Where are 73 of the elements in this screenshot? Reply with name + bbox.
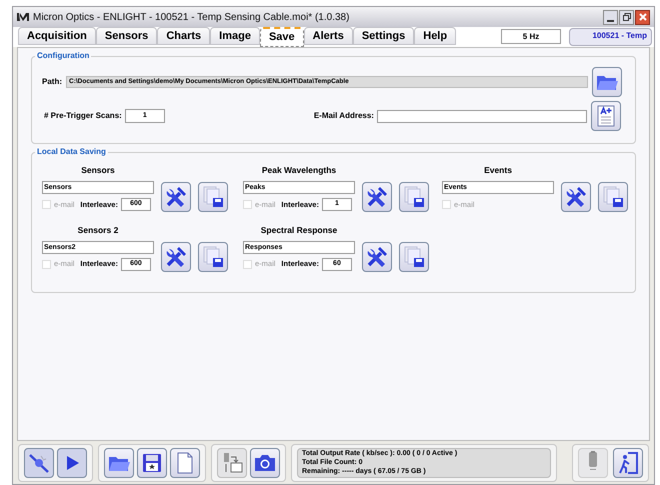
save-file-button[interactable] <box>198 182 228 212</box>
tools-icon <box>565 186 587 208</box>
tab[interactable]: Save <box>260 27 304 47</box>
group-title: Sensors 2 <box>78 224 118 236</box>
window-title: Micron Optics - ENLIGHT - 100521 - Temp Sensing Cable.moi* (1.0.38) <box>33 10 350 24</box>
close-button[interactable] <box>635 10 650 24</box>
email-checkbox[interactable] <box>42 200 51 209</box>
tab[interactable]: Help <box>414 27 456 45</box>
restore-icon <box>622 13 630 21</box>
group-title: Peak Wavelengths <box>262 164 336 177</box>
email-address-field[interactable] <box>376 110 587 122</box>
settings-button[interactable] <box>362 242 392 272</box>
folder-icon <box>596 73 618 91</box>
minimize-button[interactable] <box>603 10 618 24</box>
tools-icon <box>366 186 388 208</box>
group-title: Events <box>484 164 512 177</box>
folder-button[interactable] <box>592 67 622 97</box>
address-book-button[interactable] <box>590 101 621 131</box>
email-checkbox[interactable] <box>243 200 252 209</box>
section-title: Local Data Saving <box>35 146 108 158</box>
tab[interactable]: Alerts <box>304 27 353 45</box>
rate-display: 5 Hz <box>501 29 561 44</box>
open-folder-button[interactable] <box>104 448 134 478</box>
camera-icon <box>254 454 276 472</box>
copy-disk-icon <box>403 186 425 208</box>
close-icon <box>638 13 646 21</box>
tab[interactable]: Sensors <box>96 27 158 45</box>
tab[interactable]: Charts <box>157 27 210 45</box>
camera-button[interactable] <box>250 448 280 478</box>
connect-button[interactable] <box>24 448 54 478</box>
copy-disk-icon <box>403 246 425 268</box>
path-label: Path: <box>42 76 62 88</box>
document-icon <box>596 105 615 127</box>
email-checkbox[interactable] <box>243 260 252 268</box>
transfer-icon <box>221 452 243 474</box>
settings-button[interactable] <box>362 182 392 212</box>
tab[interactable]: Acquisition <box>18 27 96 45</box>
group-title: Sensors <box>81 164 115 177</box>
save-button[interactable] <box>137 448 167 478</box>
group-title: Spectral Response <box>260 224 338 236</box>
play-button[interactable] <box>57 448 87 478</box>
new-file-button[interactable] <box>170 448 200 478</box>
tab[interactable]: Image <box>210 27 260 45</box>
save-file-button[interactable] <box>198 242 228 272</box>
section-title: Configuration <box>35 50 92 62</box>
tab[interactable]: Settings <box>352 27 414 45</box>
exit-door-icon <box>618 452 638 474</box>
tools-icon <box>366 246 388 268</box>
plug-icon <box>28 452 50 474</box>
copy-disk-icon <box>202 246 224 268</box>
save-file-button[interactable] <box>598 182 628 212</box>
copy-disk-icon <box>202 186 224 208</box>
exit-button[interactable] <box>613 448 643 478</box>
settings-button[interactable] <box>561 182 591 212</box>
email-address-label: E-Mail Address: <box>314 110 374 122</box>
email-checkbox[interactable] <box>442 200 451 209</box>
transfer-button[interactable] <box>217 448 247 478</box>
copy-disk-icon <box>602 186 624 208</box>
save-file-button[interactable] <box>399 182 429 212</box>
cylinder-icon <box>589 451 597 467</box>
minimize-icon <box>607 20 614 22</box>
tools-icon <box>165 186 187 208</box>
project-label: 100521 - Temp <box>569 28 652 46</box>
email-checkbox[interactable] <box>42 260 51 268</box>
settings-button[interactable] <box>161 242 191 272</box>
settings-button[interactable] <box>161 182 191 212</box>
play-icon <box>64 454 80 470</box>
blank-page-icon <box>177 452 193 474</box>
tools-icon <box>165 246 187 268</box>
app-logo-icon <box>17 13 29 21</box>
maximize-button[interactable] <box>619 10 634 24</box>
save-file-button[interactable] <box>399 242 429 272</box>
pretrigger-label: # Pre-Trigger Scans: <box>44 110 122 122</box>
